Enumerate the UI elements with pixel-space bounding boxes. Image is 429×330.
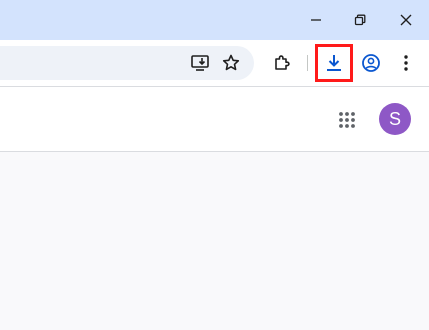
install-app-button[interactable] [187, 49, 213, 77]
avatar[interactable]: S [379, 103, 411, 135]
extensions-button[interactable] [268, 49, 296, 77]
bookmark-star-icon [222, 54, 240, 71]
minimize-button[interactable] [302, 6, 330, 34]
page-header [0, 87, 429, 151]
profile-button[interactable] [357, 49, 385, 77]
apps-grid-icon [339, 112, 355, 128]
toolbar-separator [307, 55, 308, 71]
extensions-icon [275, 55, 290, 70]
restore-button[interactable] [346, 6, 374, 34]
profile-icon [362, 54, 380, 72]
page-content [0, 152, 429, 330]
close-icon [400, 14, 412, 26]
title-bar [0, 0, 429, 40]
more-menu-icon [404, 55, 408, 71]
browser-toolbar [0, 40, 429, 86]
apps-button[interactable] [333, 106, 361, 134]
close-button[interactable] [392, 6, 420, 34]
restore-icon [354, 14, 366, 26]
address-bar[interactable] [0, 46, 254, 80]
download-highlight-box [315, 44, 353, 82]
bookmark-button[interactable] [218, 49, 244, 77]
minimize-icon [311, 19, 321, 21]
more-menu-button[interactable] [394, 49, 418, 77]
install-app-icon [191, 55, 209, 71]
